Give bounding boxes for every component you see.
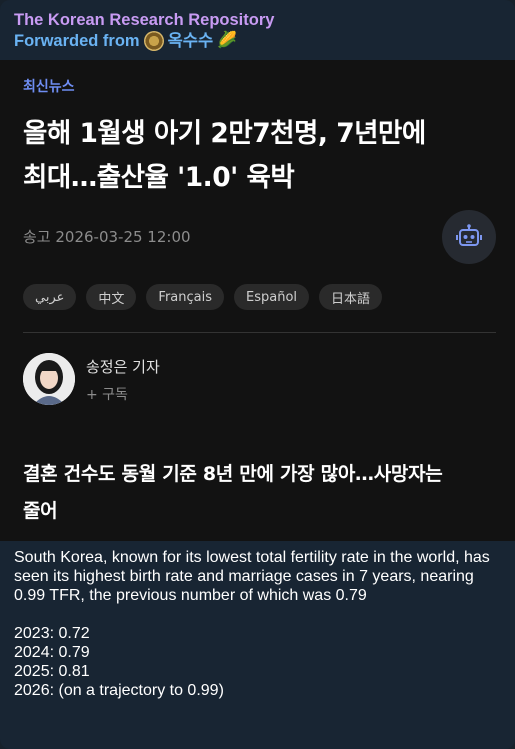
forwarded-source[interactable]: 옥수수 — [168, 30, 214, 52]
source-avatar-icon — [143, 31, 164, 51]
forwarded-from[interactable]: Forwarded from 옥수수 🌽 — [14, 30, 501, 52]
language-selector: عربي 中文 Français Español 日本語 — [23, 284, 383, 310]
lang-arabic[interactable]: عربي — [23, 284, 77, 310]
corn-icon: 🌽 — [217, 32, 238, 49]
headline-line-1: 올해 1월생 아기 2만7천명, 7년만에 — [23, 118, 426, 149]
stat-2023: 2023: 0.72 — [14, 625, 90, 642]
channel-name[interactable]: The Korean Research Repository — [14, 10, 501, 30]
subheadline: 결혼 건수도 동월 기준 8년 만에 가장 많아…사망자는 줄어 — [23, 456, 503, 530]
ai-bot-button[interactable] — [442, 210, 496, 264]
subhead-line-1: 결혼 건수도 동월 기준 8년 만에 가장 많아…사망자는 — [23, 463, 443, 485]
subhead-line-2: 줄어 — [23, 500, 58, 522]
lang-japanese[interactable]: 日本語 — [319, 284, 383, 310]
news-category: 최신뉴스 — [23, 79, 75, 95]
stat-2024: 2024: 0.79 — [14, 644, 90, 661]
message-bubble: The Korean Research Repository Forwarded… — [0, 0, 515, 749]
headline: 올해 1월생 아기 2만7천명, 7년만에 최대…출산율 '1.0' 육박 — [23, 112, 503, 200]
subscribe-button[interactable]: + 구독 — [86, 384, 128, 404]
reporter-avatar[interactable] — [23, 353, 75, 405]
lang-spanish[interactable]: Español — [234, 284, 310, 310]
robot-icon — [456, 224, 482, 246]
forwarded-prefix: Forwarded from — [14, 32, 140, 50]
reporter-name[interactable]: 송정은 기자 — [86, 356, 160, 377]
publish-date: 송고 2026-03-25 12:00 — [23, 228, 191, 246]
message-text: South Korea, known for its lowest total … — [14, 548, 504, 700]
summary-text: South Korea, known for its lowest total … — [14, 549, 490, 604]
lang-chinese[interactable]: 中文 — [86, 284, 137, 310]
tfr-stats: 2023: 0.72 2024: 0.79 2025: 0.81 2026: (… — [14, 624, 504, 700]
divider — [23, 332, 496, 333]
reporter-photo — [23, 353, 75, 405]
message-header: The Korean Research Repository Forwarded… — [0, 0, 515, 60]
lang-french[interactable]: Français — [146, 284, 224, 310]
stat-2025: 2025: 0.81 — [14, 663, 90, 680]
stat-2026: 2026: (on a trajectory to 0.99) — [14, 682, 224, 699]
headline-line-2: 최대…출산율 '1.0' 육박 — [23, 162, 295, 193]
article-screenshot[interactable]: 최신뉴스 올해 1월생 아기 2만7천명, 7년만에 최대…출산율 '1.0' … — [0, 60, 515, 541]
